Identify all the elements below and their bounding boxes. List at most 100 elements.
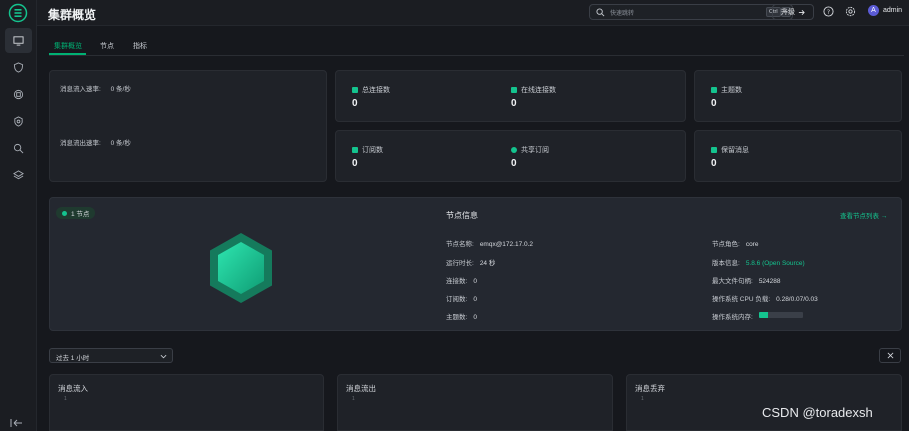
subscriptions-row: 订阅数: 0 [446, 293, 477, 303]
node-count-badge[interactable]: 1 节点 [56, 207, 96, 219]
topics-key: 主题数: [446, 314, 468, 321]
memory-progress-bar [759, 312, 803, 318]
chart-messages-dropped: 消息丢弃 1 [626, 374, 902, 431]
nav-management[interactable] [5, 109, 32, 134]
time-range-value: 过去 1 小时 [56, 355, 90, 362]
layers-icon [13, 170, 24, 180]
version-value: 5.8.6 (Open Source) [745, 260, 805, 267]
stat-total-conn: 总连接数 [352, 85, 390, 95]
rate-in-value: 0 条/秒 [110, 86, 131, 93]
memory-progress-fill [759, 312, 768, 318]
stat-subscriptions-value: 0 [352, 158, 358, 169]
stat-topics-value: 0 [711, 98, 717, 109]
stat-online-conn-value: 0 [511, 98, 517, 109]
nav-diagnose[interactable] [5, 136, 32, 161]
subscriptions-value: 0 [473, 296, 477, 303]
bookmark-icon [352, 147, 358, 153]
sidebar [0, 0, 37, 431]
stat-total-conn-label: 总连接数 [362, 87, 390, 94]
stat-online-conn: 在线连接数 [511, 85, 556, 95]
version-key: 版本信息: [712, 260, 740, 267]
version-row: 版本信息: 5.8.6 (Open Source) [712, 257, 805, 267]
stat-retained: 保留消息 [711, 145, 749, 155]
tab-nodes[interactable]: 节点 [100, 41, 114, 51]
tab-cluster-overview[interactable]: 集群概览 [54, 41, 82, 51]
memory-key: 操作系统内存: [712, 314, 753, 321]
rate-out-label: 消息流出速率: [60, 140, 101, 147]
stat-topics: 主题数 [711, 85, 742, 95]
node-info-title: 节点信息 [446, 211, 478, 220]
close-icon [887, 352, 893, 359]
avatar[interactable]: A [868, 5, 879, 16]
diagnose-search-icon [13, 143, 24, 154]
upgrade-label: 升级 [781, 9, 795, 16]
time-range-select[interactable]: 过去 1 小时 [49, 348, 173, 363]
shield-icon [13, 62, 24, 73]
chart-messages-out: 消息流出 1 [337, 374, 613, 431]
nav-access-control[interactable] [5, 55, 32, 80]
share-icon [511, 147, 517, 153]
max-fds-row: 最大文件句柄: 524288 [712, 275, 781, 285]
retained-message-icon [711, 147, 717, 153]
subscriptions-key: 订阅数: [446, 296, 468, 303]
gear-icon[interactable] [845, 6, 856, 17]
chart-messages-in-tick: 1 [64, 396, 67, 402]
retained-card: 保留消息 0 [694, 130, 902, 182]
search-box[interactable]: 快速跳转 Ctrl K [589, 4, 793, 20]
stat-retained-label: 保留消息 [721, 147, 749, 154]
stat-subscriptions-label: 订阅数 [362, 147, 383, 154]
chart-messages-in: 消息流入 1 [49, 374, 324, 431]
node-hexagon-icon[interactable] [209, 233, 273, 303]
uptime-key: 运行时长: [446, 260, 474, 267]
stat-total-conn-value: 0 [352, 98, 358, 109]
view-node-list-link[interactable]: 查看节点列表 → [840, 210, 887, 220]
node-role-value: core [745, 241, 759, 248]
stat-shared-subs: 共享订阅 [511, 145, 549, 155]
chart-messages-dropped-title: 消息丢弃 [635, 384, 665, 393]
topbar: 集群概览 快速跳转 Ctrl K 升级 ? A admin [37, 0, 909, 26]
rate-out: 消息流出速率: 0 条/秒 [60, 137, 131, 147]
node-role-row: 节点角色: core [712, 238, 758, 248]
tab-metrics[interactable]: 指标 [133, 41, 147, 51]
stat-shared-subs-label: 共享订阅 [521, 147, 549, 154]
node-count-label: 1 节点 [71, 211, 90, 218]
dashboard-icon [13, 36, 24, 46]
online-icon [511, 87, 517, 93]
stat-subscriptions: 订阅数 [352, 145, 383, 155]
topics-value: 0 [473, 314, 477, 321]
nav-integration[interactable] [5, 82, 32, 107]
uptime-value: 24 秒 [479, 260, 496, 267]
connections-value: 0 [473, 278, 477, 285]
stat-topics-label: 主题数 [721, 87, 742, 94]
rate-out-value: 0 条/秒 [110, 140, 131, 147]
page-title: 集群概览 [48, 8, 97, 22]
topic-icon [711, 87, 717, 93]
emqx-logo-icon [8, 3, 28, 23]
help-icon[interactable]: ? [823, 6, 834, 17]
memory-row: 操作系统内存: [712, 311, 753, 321]
node-name-row: 节点名称: emqx@172.17.0.2 [446, 238, 533, 248]
integration-icon [13, 89, 24, 100]
collapse-sidebar-icon[interactable] [10, 417, 24, 429]
connections-key: 连接数: [446, 278, 468, 285]
cpu-load-value: 0.28/0.07/0.03 [776, 296, 818, 303]
gear-shield-icon [14, 116, 23, 127]
search-placeholder: 快速跳转 [610, 11, 635, 17]
username[interactable]: admin [883, 7, 902, 14]
chart-messages-out-tick: 1 [352, 396, 355, 402]
watermark: CSDN @toradexsh [762, 405, 873, 420]
cpu-load-row: 操作系统 CPU 负载: 0.28/0.07/0.03 [712, 293, 818, 303]
rates-card: 消息流入速率: 0 条/秒 消息流出速率: 0 条/秒 [49, 70, 327, 182]
nav-dashboard[interactable] [5, 28, 32, 53]
stat-retained-value: 0 [711, 158, 717, 169]
topics-card: 主题数 0 [694, 70, 902, 122]
cpu-load-key: 操作系统 CPU 负载: [712, 296, 771, 303]
rate-in: 消息流入速率: 0 条/秒 [60, 83, 131, 93]
node-role-key: 节点角色: [712, 241, 740, 248]
stat-shared-subs-value: 0 [511, 158, 517, 169]
close-button[interactable] [879, 348, 901, 363]
upgrade-button[interactable]: 升级 [772, 4, 814, 20]
max-fds-value: 524288 [758, 278, 781, 285]
topics-row: 主题数: 0 [446, 311, 477, 321]
nav-extensions[interactable] [5, 163, 32, 188]
